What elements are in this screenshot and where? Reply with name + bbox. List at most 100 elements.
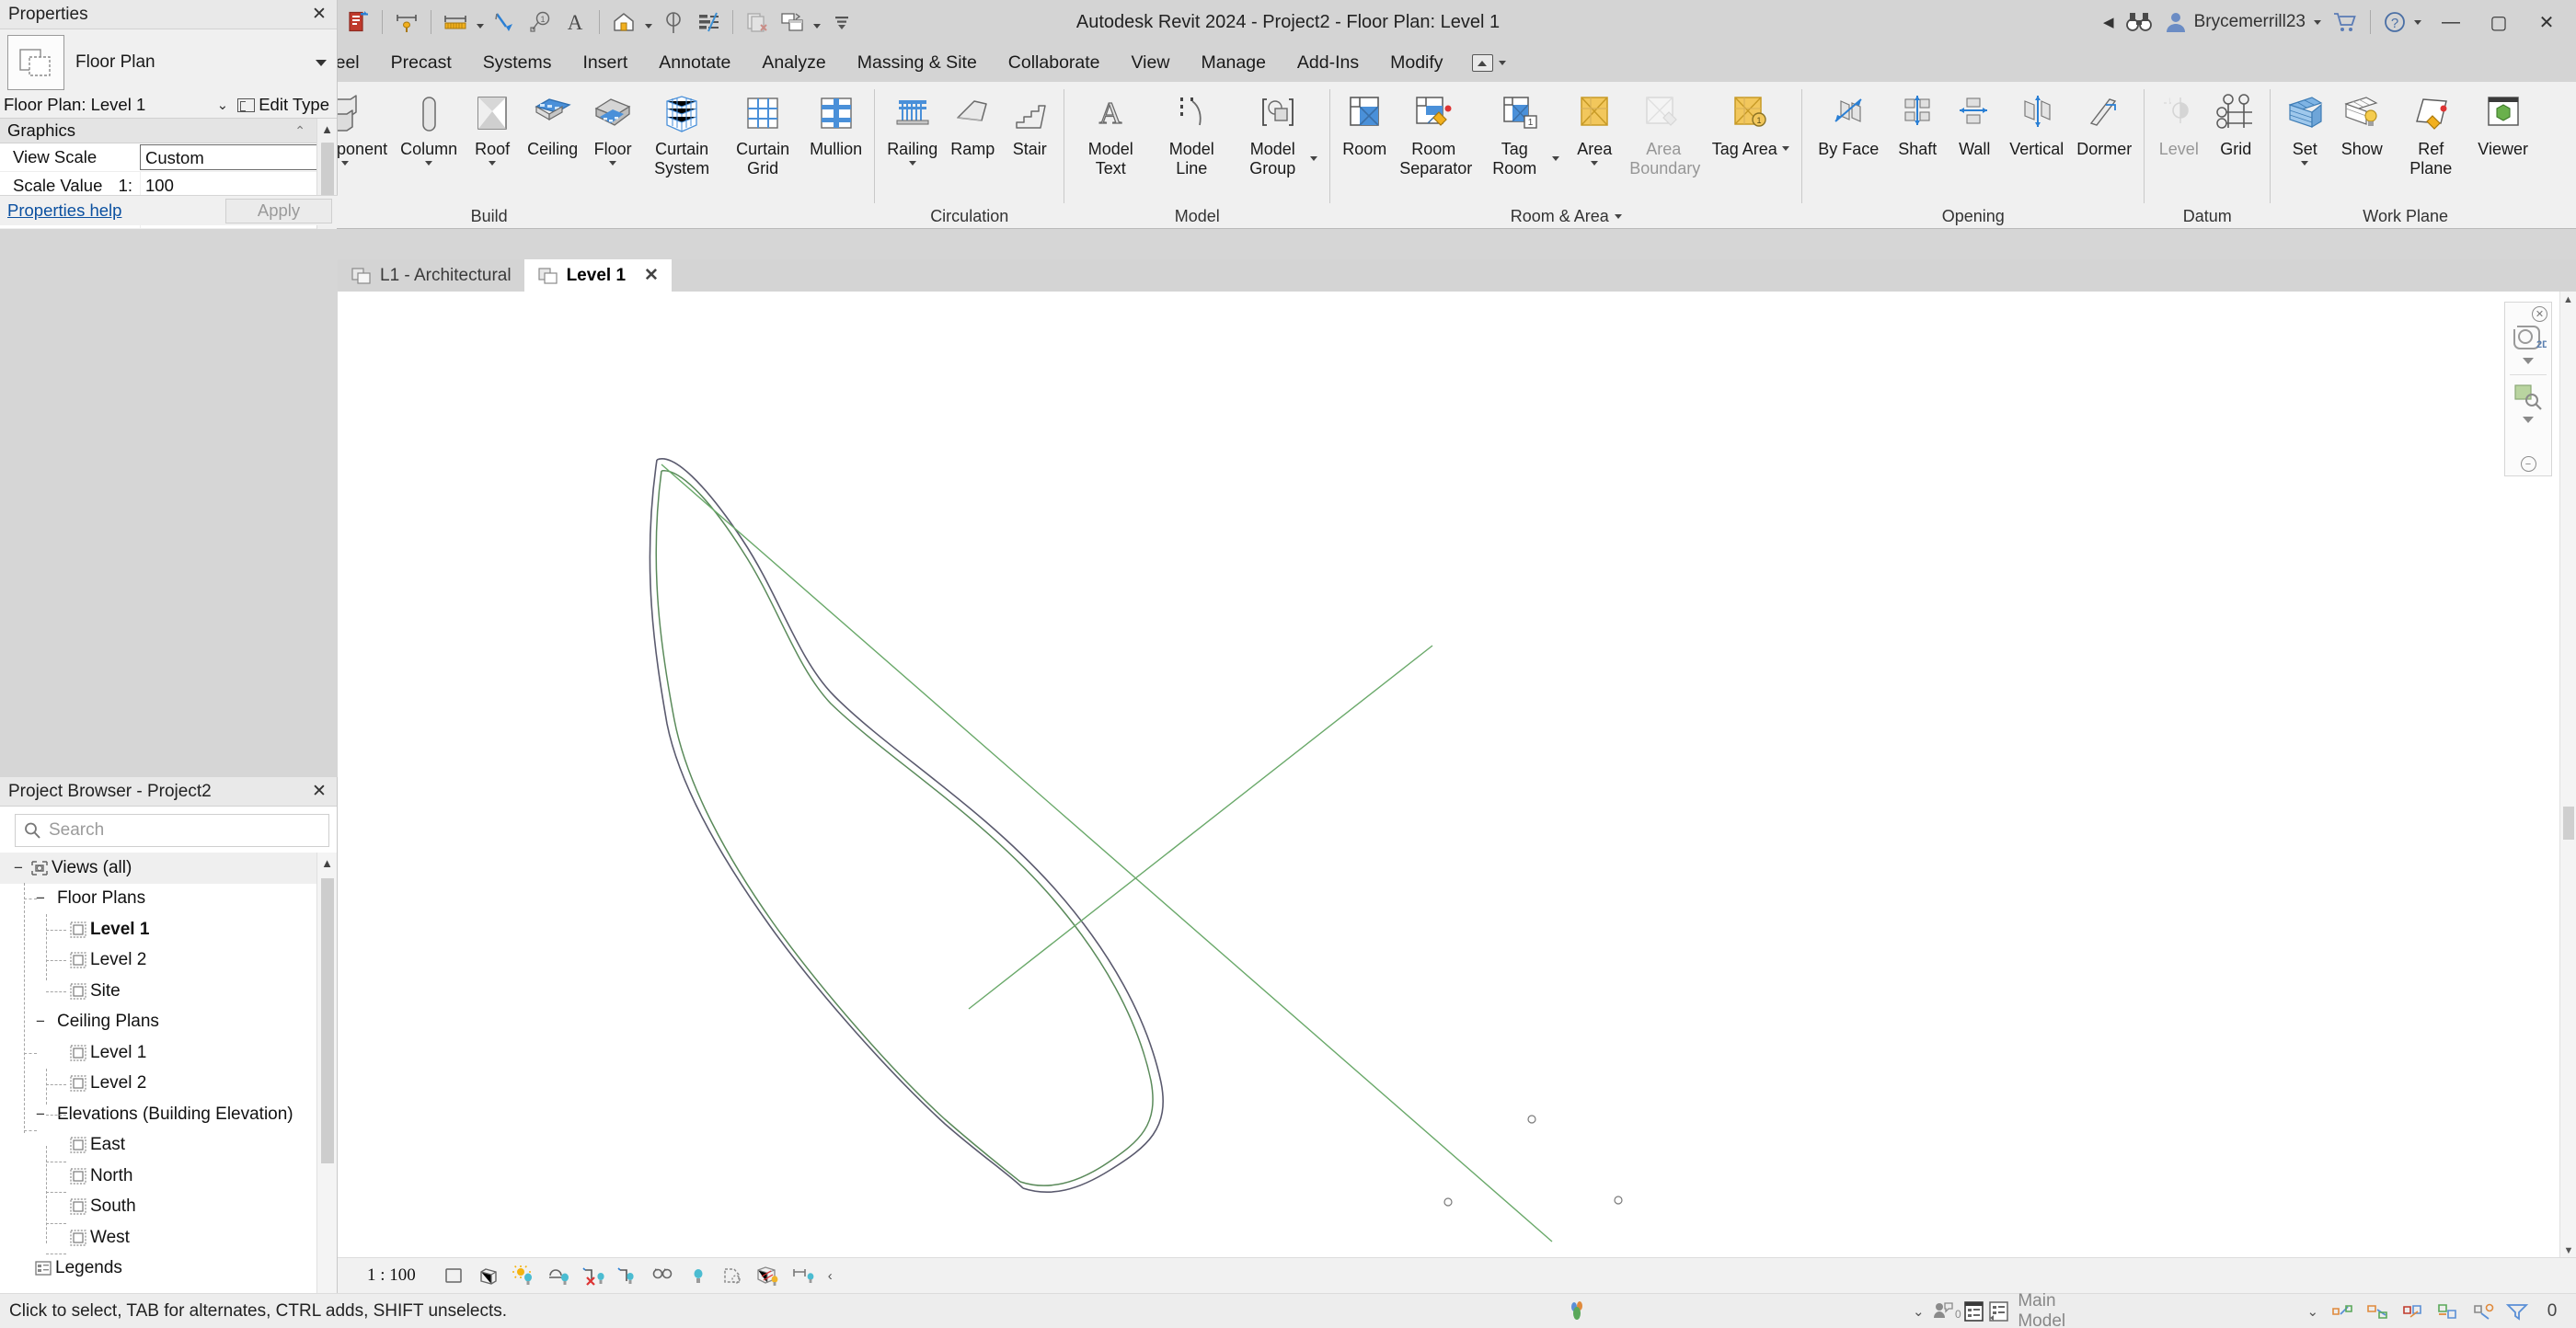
tab-annotate[interactable]: Annotate <box>643 44 746 82</box>
view-scale-label[interactable]: 1 : 100 <box>338 1265 436 1286</box>
select-pinned-icon[interactable] <box>2396 1296 2429 1327</box>
tree-node-legends[interactable]: Legends <box>0 1254 316 1285</box>
collapse-titlebar-icon[interactable]: ◀ <box>2098 4 2120 40</box>
tool-tag-area[interactable]: 1 Tag Area <box>1704 86 1796 160</box>
tool-dormer[interactable]: Dormer <box>2070 86 2138 160</box>
close-button[interactable]: ✕ <box>2523 0 2570 44</box>
tool-railing[interactable]: Railing <box>880 86 944 166</box>
tool-mullion[interactable]: Mullion <box>803 86 868 160</box>
tool-floor-dropdown-icon[interactable] <box>609 161 616 166</box>
constraints-icon[interactable] <box>786 1259 821 1292</box>
search-box[interactable] <box>15 814 329 847</box>
design-option-dropdown-icon[interactable]: ⌄ <box>2299 1303 2326 1320</box>
filter-icon[interactable] <box>2501 1296 2534 1327</box>
tree-node-elevation-north[interactable]: North <box>0 1161 316 1192</box>
add-to-design-option-icon[interactable] <box>1986 1296 2012 1327</box>
properties-help-link[interactable]: Properties help <box>7 200 121 221</box>
tag-by-category-icon[interactable] <box>488 4 523 40</box>
selection-count-icon[interactable]: 0 <box>2536 1296 2569 1327</box>
editing-requests-icon[interactable]: 0 <box>1932 1296 1961 1327</box>
tab-analyze[interactable]: Analyze <box>746 44 841 82</box>
hide-crop-region-icon[interactable] <box>646 1259 681 1292</box>
type-selector-dropdown-icon[interactable] <box>311 60 331 66</box>
scroll-up-icon[interactable]: ▲ <box>2560 292 2576 308</box>
room-area-panel-dropdown-icon[interactable] <box>1615 214 1622 219</box>
tool-model-text[interactable]: A Model Text <box>1070 86 1151 179</box>
tab-insert[interactable]: Insert <box>568 44 644 82</box>
tree-node-elevation-west[interactable]: West <box>0 1222 316 1254</box>
tool-railing-dropdown-icon[interactable] <box>909 161 916 166</box>
worksets-dropdown-icon[interactable]: ⌄ <box>1905 1303 1932 1320</box>
tool-ceiling[interactable]: Ceiling <box>521 86 584 160</box>
tool-stair[interactable]: Stair <box>1001 86 1058 160</box>
scroll-thumb[interactable] <box>2563 807 2574 840</box>
edit-type-button[interactable]: Edit Type <box>237 95 333 115</box>
tool-ramp[interactable]: Ramp <box>944 86 1001 160</box>
tool-show-workplane[interactable]: Show <box>2333 86 2390 160</box>
search-input[interactable] <box>49 820 321 841</box>
switch-windows-icon[interactable] <box>775 4 810 40</box>
view-tab-l1-architectural[interactable]: L1 - Architectural <box>338 259 524 292</box>
zoom-icon[interactable] <box>2510 381 2547 412</box>
select-links-icon[interactable] <box>2326 1296 2359 1327</box>
tool-floor[interactable]: Floor <box>584 86 641 166</box>
crop-view-icon[interactable] <box>611 1259 646 1292</box>
tree-node-elevation-east[interactable]: East <box>0 1130 316 1162</box>
tool-curtain-grid[interactable]: Curtain Grid <box>722 86 803 179</box>
minimize-ribbon-control[interactable] <box>1472 44 1506 82</box>
tab-manage[interactable]: Manage <box>1185 44 1281 82</box>
browser-scrollbar[interactable]: ▲ ▼ <box>316 853 337 1319</box>
tab-massing-and-site[interactable]: Massing & Site <box>842 44 993 82</box>
tool-tag-area-dropdown-icon[interactable] <box>1782 146 1789 151</box>
navigation-bar[interactable]: ✕ 2D − <box>2504 302 2552 476</box>
scroll-up-icon[interactable]: ▲ <box>317 853 337 873</box>
tool-roof[interactable]: Roof <box>464 86 521 166</box>
minimize-button[interactable]: — <box>2427 0 2475 44</box>
design-options-icon[interactable] <box>1961 1296 1987 1327</box>
tool-component-dropdown-icon[interactable] <box>341 161 349 166</box>
view-tab-level-1[interactable]: Level 1 ✕ <box>524 259 672 292</box>
text-icon[interactable]: A <box>558 4 592 40</box>
minimize-ribbon-icon[interactable] <box>1472 54 1493 72</box>
reveal-hidden-elements-icon[interactable] <box>716 1259 751 1292</box>
maximize-button[interactable]: ▢ <box>2475 0 2523 44</box>
tool-tag-room[interactable]: 1 Tag Room <box>1474 86 1566 179</box>
tree-node-ceilingplan-level-1[interactable]: Level 1 <box>0 1037 316 1069</box>
panel-title-room-and-area[interactable]: Room & Area <box>1330 203 1801 229</box>
tool-area-dropdown-icon[interactable] <box>1591 161 1598 166</box>
switch-windows-dropdown-icon[interactable] <box>810 4 824 40</box>
shadows-icon[interactable] <box>541 1259 576 1292</box>
tool-model-group-dropdown-icon[interactable] <box>1310 156 1317 161</box>
dimension-dropdown-icon[interactable] <box>473 4 488 40</box>
scroll-thumb[interactable] <box>321 878 334 1163</box>
worksets-status[interactable] <box>1565 1299 1593 1323</box>
tool-workplane-viewer[interactable]: Viewer <box>2471 86 2535 160</box>
steering-wheel-2d-icon[interactable]: 2D <box>2510 322 2547 353</box>
tool-roof-dropdown-icon[interactable] <box>489 161 496 166</box>
tool-set-dropdown-icon[interactable] <box>2301 161 2308 166</box>
minimize-navbar-icon[interactable]: − <box>2521 456 2536 472</box>
steering-wheel-dropdown-icon[interactable] <box>2523 358 2534 364</box>
tree-node-views-all[interactable]: − Views (all) <box>0 853 316 884</box>
expander-icon[interactable]: − <box>9 859 28 877</box>
tree-node-ceiling-plans[interactable]: − Ceiling Plans <box>0 1007 316 1038</box>
select-by-face-icon[interactable] <box>2431 1296 2464 1327</box>
view-scale-input[interactable]: Custom <box>140 144 320 170</box>
cart-icon[interactable] <box>2327 4 2363 40</box>
close-hidden-windows-icon[interactable] <box>740 4 775 40</box>
aligned-dimension-icon[interactable] <box>438 4 473 40</box>
design-option-label[interactable]: Main Model <box>2012 1291 2087 1328</box>
tool-set-workplane[interactable]: Set <box>2276 86 2333 166</box>
close-inactive-views-icon[interactable] <box>340 4 375 40</box>
thin-lines-icon[interactable] <box>691 4 726 40</box>
scroll-up-icon[interactable]: ▲ <box>317 119 337 139</box>
visual-style-icon[interactable] <box>471 1259 506 1292</box>
view-control-collapse-icon[interactable]: ‹ <box>821 1268 840 1284</box>
zoom-dropdown-icon[interactable] <box>2523 417 2534 423</box>
view-tab-close-icon[interactable]: ✕ <box>644 265 659 286</box>
tool-model-group[interactable]: Model Group <box>1232 86 1324 179</box>
tool-wall-opening[interactable]: Wall <box>1946 86 2003 160</box>
tool-column[interactable]: Column <box>394 86 464 166</box>
analytical-model-icon[interactable] <box>751 1259 786 1292</box>
properties-close-icon[interactable]: ✕ <box>307 3 331 27</box>
